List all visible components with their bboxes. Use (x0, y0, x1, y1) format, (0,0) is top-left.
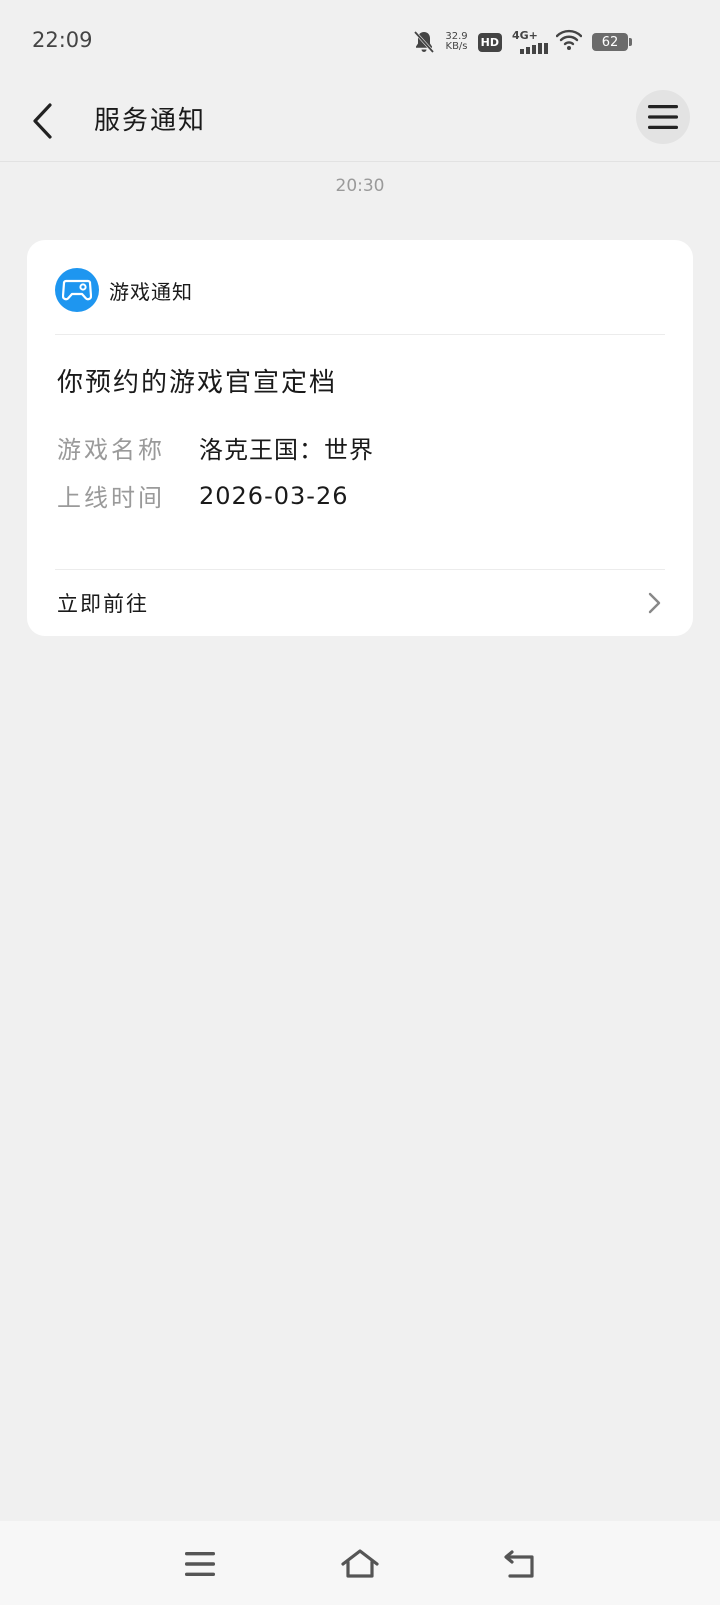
message-timestamp: 20:30 (335, 176, 385, 196)
back-icon (504, 1550, 534, 1578)
gamepad-icon (55, 268, 99, 312)
network-type: 4G+ (512, 29, 538, 42)
status-icons: 32.9 KB/s HD 4G+ 62 (413, 28, 632, 56)
home-icon (341, 1549, 379, 1578)
go-now-label: 立即前往 (57, 592, 149, 616)
go-now-button[interactable]: 立即前往 (27, 570, 693, 636)
status-bar: 22:09 32.9 KB/s HD 4G+ 62 (0, 0, 720, 84)
recent-apps-icon (185, 1552, 215, 1576)
signal-bars-icon (520, 43, 548, 54)
cellular-signal: 4G+ (512, 29, 548, 54)
status-time: 22:09 (32, 28, 93, 52)
network-speed-unit: KB/s (445, 41, 468, 52)
notification-card[interactable]: 游戏通知 你预约的游戏官宣定档 游戏名称 洛克王国：世界 上线时间 2026-0… (27, 240, 693, 636)
wifi-icon (555, 29, 583, 55)
page-title: 服务通知 (94, 106, 207, 136)
system-nav-bar (0, 1521, 720, 1605)
info-label: 上线时间 (57, 484, 165, 512)
info-row-launch-date: 上线时间 2026-03-26 (57, 478, 348, 513)
back-button[interactable] (18, 96, 68, 146)
bell-muted-icon (413, 30, 435, 54)
hamburger-menu-icon (648, 105, 678, 129)
system-back-button[interactable] (495, 1539, 545, 1589)
page-header: 服务通知 (0, 84, 720, 162)
info-value: 洛克王国：世界 (199, 436, 374, 464)
info-value: 2026-03-26 (199, 481, 349, 510)
network-speed: 32.9 KB/s (445, 32, 467, 52)
info-row-game-name: 游戏名称 洛克王国：世界 (57, 430, 374, 465)
chevron-right-icon (648, 592, 661, 614)
recent-apps-button[interactable] (175, 1539, 225, 1589)
hd-badge: HD (477, 32, 502, 52)
chevron-left-icon (33, 103, 52, 139)
card-header: 游戏通知 (55, 268, 665, 312)
home-button[interactable] (335, 1539, 385, 1589)
card-source-name: 游戏通知 (109, 279, 193, 304)
card-title: 你预约的游戏官宣定档 (57, 368, 338, 398)
info-label: 游戏名称 (57, 436, 165, 464)
card-divider (55, 334, 665, 335)
menu-button[interactable] (636, 90, 690, 144)
battery-indicator: 62 (592, 33, 632, 51)
